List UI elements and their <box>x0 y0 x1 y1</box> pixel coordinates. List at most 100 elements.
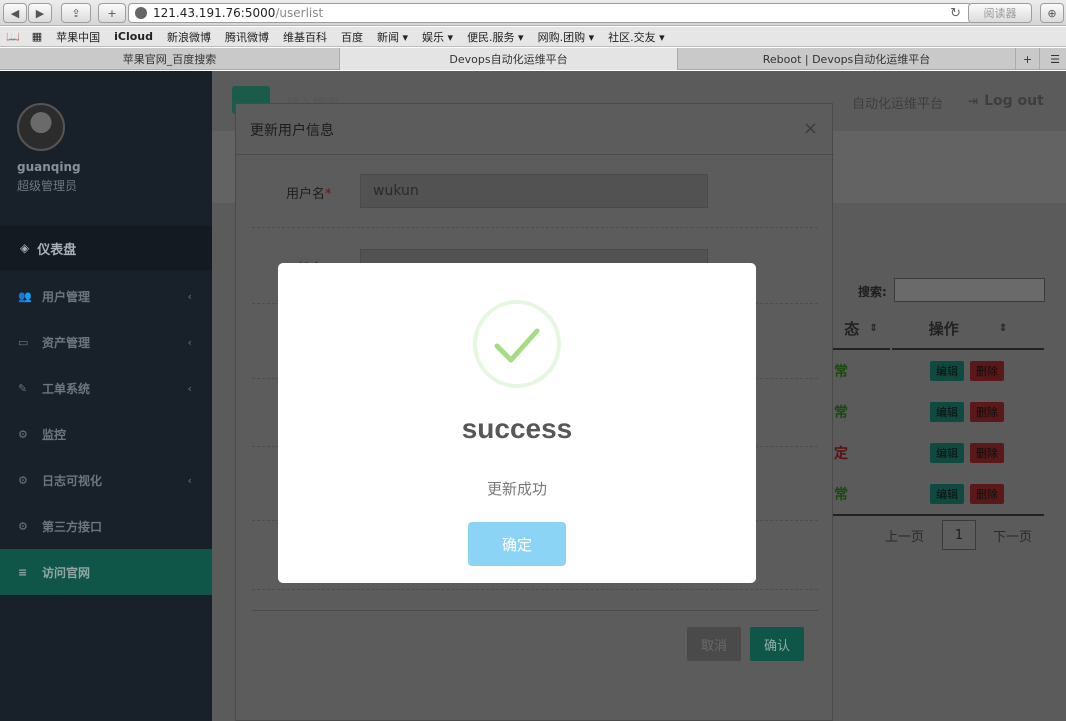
sidebar-item-dashboard[interactable]: ◈ 仪表盘 <box>0 226 212 270</box>
site-icon <box>135 7 147 19</box>
bookmark-item[interactable]: 娱乐 ▾ <box>422 29 453 45</box>
sidebar-item-label: 访问官网 <box>42 565 91 580</box>
edit-button[interactable]: 编辑 <box>930 361 964 381</box>
divider <box>252 589 818 590</box>
bookmark-item[interactable]: 网购.团购 ▾ <box>538 29 595 45</box>
sidebar-item-api[interactable]: ⚙ 第三方接口 <box>0 503 212 549</box>
bookmark-item[interactable]: 新浪微博 <box>167 29 211 45</box>
column-label: 态 <box>844 319 860 338</box>
delete-button[interactable]: 删除 <box>970 361 1004 381</box>
sidebar-item-assets[interactable]: ▭ 资产管理 ‹ <box>0 319 212 365</box>
new-tab-button[interactable]: + <box>98 3 126 23</box>
tab-overview-icon[interactable]: ☰ <box>1044 48 1066 70</box>
address-bar[interactable]: 121.43.191.76:5000/userlist ↻ <box>128 3 972 23</box>
success-dialog: success 更新成功 确定 <box>278 263 756 583</box>
sidebar-item-label: 监控 <box>42 427 67 442</box>
field-label-text: 用户名 <box>286 187 326 202</box>
sidebar-item-website[interactable]: ≡ 访问官网 <box>0 549 212 595</box>
new-tab-icon[interactable]: + <box>1016 48 1040 70</box>
sidebar-item-label: 日志可视化 <box>42 473 103 488</box>
modal-footer-divider <box>252 610 818 611</box>
bookmark-item[interactable]: iCloud <box>114 30 153 43</box>
top-sites-icon[interactable]: ▦ <box>32 30 42 43</box>
next-page-link[interactable]: 下一页 <box>993 526 1032 545</box>
sort-icon: ⇕ <box>869 322 878 334</box>
tab-baidu[interactable]: 苹果官网_百度搜索 <box>0 48 340 70</box>
chevron-left-icon: ‹ <box>187 335 192 349</box>
tab-devops[interactable]: Devops自动化运维平台 <box>340 48 678 70</box>
database-icon: ≡ <box>18 565 28 579</box>
logout-link[interactable]: ⇥ Log out <box>968 93 1044 109</box>
forward-button[interactable]: ▶ <box>28 3 52 23</box>
status-cell: 定 <box>834 446 848 462</box>
delete-button[interactable]: 删除 <box>970 443 1004 463</box>
column-label: 操作 <box>928 319 959 338</box>
edit-button[interactable]: 编辑 <box>930 443 964 463</box>
bookmark-item[interactable]: 社区.交友 ▾ <box>608 29 665 45</box>
users-icon: 👥 <box>18 289 32 303</box>
share-icon[interactable]: ⇪ <box>61 3 91 23</box>
sidebar-item-monitor[interactable]: ⚙ 监控 <box>0 411 212 457</box>
cogs-icon: ⚙ <box>18 473 28 487</box>
platform-title: 自动化运维平台 <box>852 97 944 112</box>
confirm-button[interactable]: 确认 <box>750 627 804 661</box>
logout-icon: ⇥ <box>968 94 979 108</box>
edit-button[interactable]: 编辑 <box>930 402 964 422</box>
column-header-status[interactable]: 态 ⇕ <box>832 308 890 350</box>
table-search-label: 搜索: <box>858 285 887 299</box>
dialog-title: success <box>461 413 573 444</box>
sidebar-item-label: 第三方接口 <box>42 519 103 534</box>
cancel-button[interactable]: 取消 <box>687 627 741 661</box>
dashboard-icon: ◈ <box>20 241 30 255</box>
edit-button[interactable]: 编辑 <box>930 484 964 504</box>
bookmarks-bar: 📖 ▦ 苹果中国 iCloud 新浪微博 腾讯微博 维基百科 百度 新闻 ▾ 娱… <box>0 27 1066 47</box>
bookmark-item[interactable]: 新闻 ▾ <box>377 29 408 45</box>
bookmark-item[interactable]: 便民.服务 ▾ <box>467 29 524 45</box>
sidebar-item-label: 用户管理 <box>42 289 91 304</box>
bookmark-item[interactable]: 苹果中国 <box>56 29 100 45</box>
table-search-input[interactable] <box>894 278 1045 302</box>
chevron-left-icon: ‹ <box>187 473 192 487</box>
sidebar-item-tickets[interactable]: ✎ 工单系统 ‹ <box>0 365 212 411</box>
avatar <box>17 103 65 151</box>
username-label: 用户名* <box>286 187 332 202</box>
delete-button[interactable]: 删除 <box>970 402 1004 422</box>
sidebar-item-label: 仪表盘 <box>37 242 77 258</box>
download-icon[interactable]: ⊕ <box>1040 3 1064 23</box>
username-field[interactable]: wukun <box>360 174 708 208</box>
logout-label: Log out <box>984 93 1044 109</box>
chevron-left-icon: ‹ <box>187 381 192 395</box>
close-icon[interactable]: × <box>803 118 818 139</box>
ok-button[interactable]: 确定 <box>468 522 566 566</box>
reader-button[interactable]: 阅读器 <box>968 3 1032 23</box>
bookmark-item[interactable]: 百度 <box>341 29 363 45</box>
browser-toolbar: ◀ ▶ ⇪ + 121.43.191.76:5000/userlist ↻ 阅读… <box>0 0 1066 26</box>
sidebar-role: 超级管理员 <box>17 179 78 193</box>
url-path: /userlist <box>275 6 324 20</box>
cogs-icon: ⚙ <box>18 519 28 533</box>
status-cell: 常 <box>834 487 848 503</box>
reload-icon[interactable]: ↻ <box>950 6 961 21</box>
tab-bar: 苹果官网_百度搜索 Devops自动化运维平台 Reboot | Devops自… <box>0 48 1066 70</box>
url-host: 121.43.191.76:5000 <box>153 6 276 20</box>
modal-title: 更新用户信息 <box>250 123 334 139</box>
bookmark-item[interactable]: 维基百科 <box>283 29 327 45</box>
divider <box>252 227 818 228</box>
sidebar: guanqing 超级管理员 ◈ 仪表盘 👥 用户管理 ‹ ▭ 资产管理 ‹ ✎… <box>0 71 212 721</box>
check-icon <box>494 328 540 363</box>
sidebar-item-logs[interactable]: ⚙ 日志可视化 ‹ <box>0 457 212 503</box>
current-page[interactable]: 1 <box>942 520 976 550</box>
edit-icon: ✎ <box>18 381 28 395</box>
tab-reboot[interactable]: Reboot | Devops自动化运维平台 <box>678 48 1016 70</box>
sort-icon: ⇕ <box>998 322 1008 334</box>
prev-page-link[interactable]: 上一页 <box>885 526 924 545</box>
inbox-icon: ▭ <box>18 335 29 349</box>
reading-list-icon[interactable]: 📖 <box>6 30 20 43</box>
bookmark-item[interactable]: 腾讯微博 <box>225 29 269 45</box>
divider <box>236 154 834 155</box>
status-cell: 常 <box>834 405 848 421</box>
delete-button[interactable]: 删除 <box>970 484 1004 504</box>
back-button[interactable]: ◀ <box>3 3 27 23</box>
column-header-ops[interactable]: 操作 ⇕ <box>892 308 1044 350</box>
sidebar-item-users[interactable]: 👥 用户管理 ‹ <box>0 273 212 319</box>
